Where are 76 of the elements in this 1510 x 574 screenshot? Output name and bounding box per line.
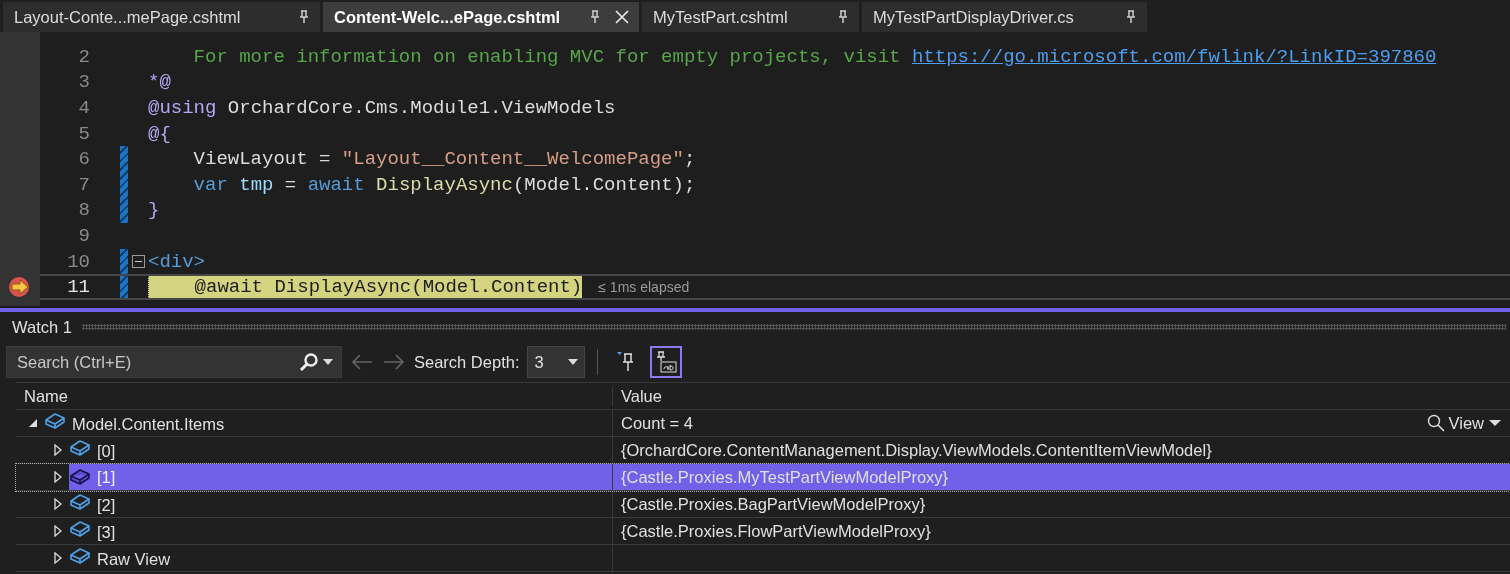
pinned-properties-button[interactable] <box>650 346 683 378</box>
watch-row[interactable]: [2] {Castle.Proxies.BagPartViewModelProxy} <box>16 491 1510 518</box>
code-line: ViewLayout = "Layout__Content__WelcomePage"; <box>192 147 696 172</box>
search-input[interactable]: Search (Ctrl+E) <box>15 351 279 373</box>
code-line: @{ <box>148 121 171 147</box>
watch-row[interactable]: Model.Content.Items Count = 4 View <box>16 410 1510 437</box>
line-number: 4 <box>77 97 90 119</box>
watch-value: {Castle.Proxies.MyTestPartViewModelProxy} <box>621 467 949 487</box>
watch-name: Model.Content.Items <box>72 415 225 433</box>
perf-tip[interactable]: ≤ 1ms elapsed <box>598 279 690 296</box>
search-box[interactable]: Search (Ctrl+E) <box>6 346 342 378</box>
code-line: *@ <box>148 70 171 96</box>
line-number: 5 <box>77 122 90 145</box>
file-tab[interactable]: MyTestPart.cshtml <box>642 2 859 32</box>
close-icon[interactable] <box>615 10 629 24</box>
expand-icon[interactable] <box>53 471 63 483</box>
view-button[interactable]: View <box>1426 413 1502 433</box>
code-line: @using OrchardCore.Cms.Module1.ViewModels <box>148 96 616 121</box>
watch-name: [0] <box>97 442 116 460</box>
line-number: 8 <box>77 199 90 222</box>
file-tab[interactable]: Content-Welc...ePage.cshtml <box>323 2 639 32</box>
search-icon <box>1426 414 1445 432</box>
pin-icon[interactable] <box>1125 10 1137 24</box>
file-tab[interactable]: Layout-Conte...mePage.cshtml <box>3 2 320 32</box>
line-number: 7 <box>77 173 90 196</box>
watch-name: [2] <box>97 496 116 514</box>
pin-icon[interactable] <box>837 10 849 24</box>
watch-value: Count = 4 <box>621 413 693 433</box>
current-statement: @await DisplayAsync(Model.Content) <box>148 276 583 298</box>
file-tab[interactable]: MyTestPartDisplayDriver.cs <box>862 2 1147 32</box>
pin-icon[interactable] <box>298 10 310 24</box>
line-number: 9 <box>77 224 90 247</box>
expand-icon[interactable] <box>53 525 63 537</box>
line-number: 11 <box>66 276 90 299</box>
caret-icon[interactable] <box>323 359 333 365</box>
caret-icon <box>1488 419 1502 427</box>
code-line: } <box>148 198 160 224</box>
watch-value: {OrchardCore.ContentManagement.Display.ViewModels.ContentItemViewModel} <box>621 440 1212 460</box>
caret-icon[interactable] <box>568 359 579 365</box>
search-icon[interactable] <box>299 352 319 372</box>
code-line: For more information on enabling MVC for empty projects, visit https://go.microsoft.com/fwlink/?LinkID=397860 <box>192 44 1437 70</box>
watch-value: {Castle.Proxies.FlowPartViewModelProxy} <box>621 521 931 541</box>
panel-title: Watch 1 <box>12 317 72 337</box>
object-icon <box>69 520 91 538</box>
watch-name: [3] <box>97 523 116 541</box>
collapse-icon[interactable] <box>131 255 145 269</box>
breakpoint-margin[interactable] <box>0 32 40 306</box>
pin-text-icon <box>654 350 679 374</box>
expand-icon[interactable] <box>53 444 63 456</box>
search-depth-dropdown[interactable]: 3 <box>527 346 586 378</box>
object-icon <box>69 468 91 486</box>
object-icon <box>69 493 91 511</box>
watch-value: {Castle.Proxies.BagPartViewModelProxy} <box>621 494 926 514</box>
object-icon <box>69 439 91 457</box>
object-icon <box>44 412 66 430</box>
code-line: <div> <box>148 249 205 275</box>
expand-icon[interactable] <box>53 498 63 510</box>
watch-name: Raw View <box>97 550 171 568</box>
line-number: 2 <box>77 45 90 68</box>
column-header[interactable]: Value <box>612 386 1510 406</box>
line-number: 10 <box>66 250 90 273</box>
watch-name: [1] <box>97 467 116 487</box>
pin-icon[interactable] <box>589 10 601 24</box>
search-depth-label: Search Depth: <box>414 352 520 372</box>
forward-arrow-icon[interactable] <box>382 353 406 371</box>
line-number: 6 <box>77 148 90 171</box>
line-number: 3 <box>77 71 90 94</box>
url-link[interactable]: https://go.microsoft.com/fwlink/?LinkID=397860 <box>911 45 1437 68</box>
watch-row[interactable]: [3] {Castle.Proxies.FlowPartViewModelProxy} <box>16 518 1510 545</box>
watch-row[interactable]: Raw View <box>16 545 1510 572</box>
back-arrow-icon[interactable] <box>350 353 374 371</box>
code-line: var tmp = await DisplayAsync(Model.Content); <box>192 172 696 198</box>
expand-icon[interactable] <box>53 552 63 564</box>
column-header[interactable]: Name <box>16 386 612 406</box>
object-icon <box>69 547 91 565</box>
expanded-icon[interactable] <box>28 418 38 428</box>
